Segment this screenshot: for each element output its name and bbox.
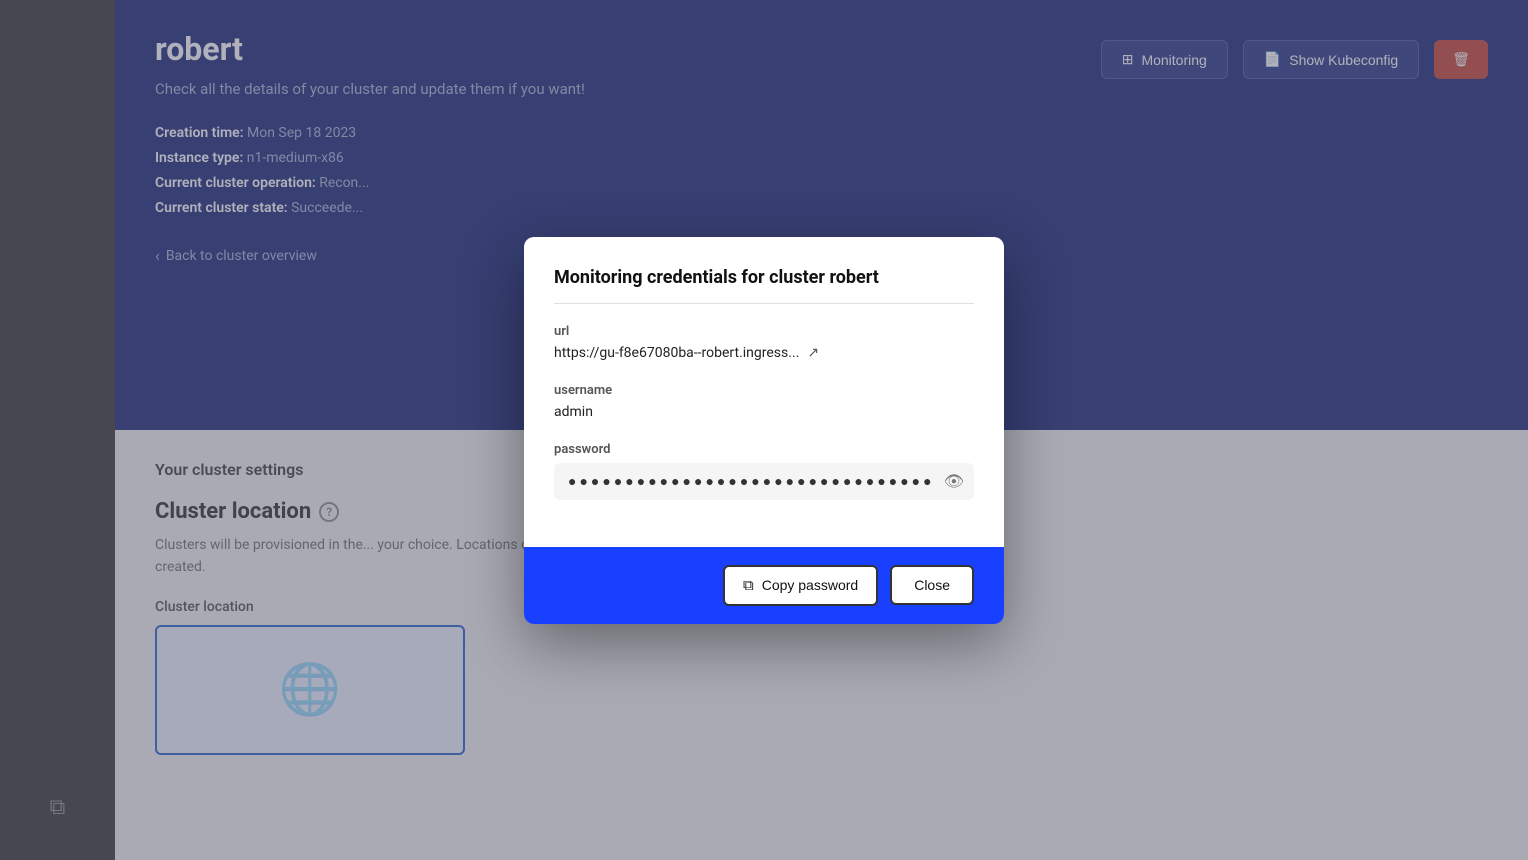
modal-overlay: Monitoring credentials for cluster rober… (0, 0, 1528, 860)
modal-title: Monitoring credentials for cluster rober… (554, 267, 974, 304)
url-field: url https://gu-f8e67080ba--robert.ingres… (554, 324, 974, 361)
username-value: admin (554, 404, 974, 420)
external-link-icon[interactable]: ↗ (807, 345, 819, 361)
close-button[interactable]: Close (890, 565, 974, 605)
credentials-modal: Monitoring credentials for cluster rober… (524, 237, 1004, 624)
username-field: username admin (554, 383, 974, 420)
copy-icon: ⧉ (743, 577, 754, 594)
url-label: url (554, 324, 974, 339)
modal-body: Monitoring credentials for cluster rober… (524, 237, 1004, 547)
password-toggle-icon[interactable]: 👁 (944, 472, 964, 491)
username-label: username (554, 383, 974, 398)
modal-footer: ⧉ Copy password Close (524, 547, 1004, 624)
password-label: password (554, 442, 974, 457)
password-field: password ●●●●●●●●●●●●●●●●●●●●●●●●●●●●●●●… (554, 442, 974, 500)
password-value: ●●●●●●●●●●●●●●●●●●●●●●●●●●●●●●●● (554, 463, 974, 500)
url-value: https://gu-f8e67080ba--robert.ingress...… (554, 345, 974, 361)
password-wrapper: ●●●●●●●●●●●●●●●●●●●●●●●●●●●●●●●● 👁 (554, 463, 974, 500)
copy-password-button[interactable]: ⧉ Copy password (723, 565, 878, 606)
